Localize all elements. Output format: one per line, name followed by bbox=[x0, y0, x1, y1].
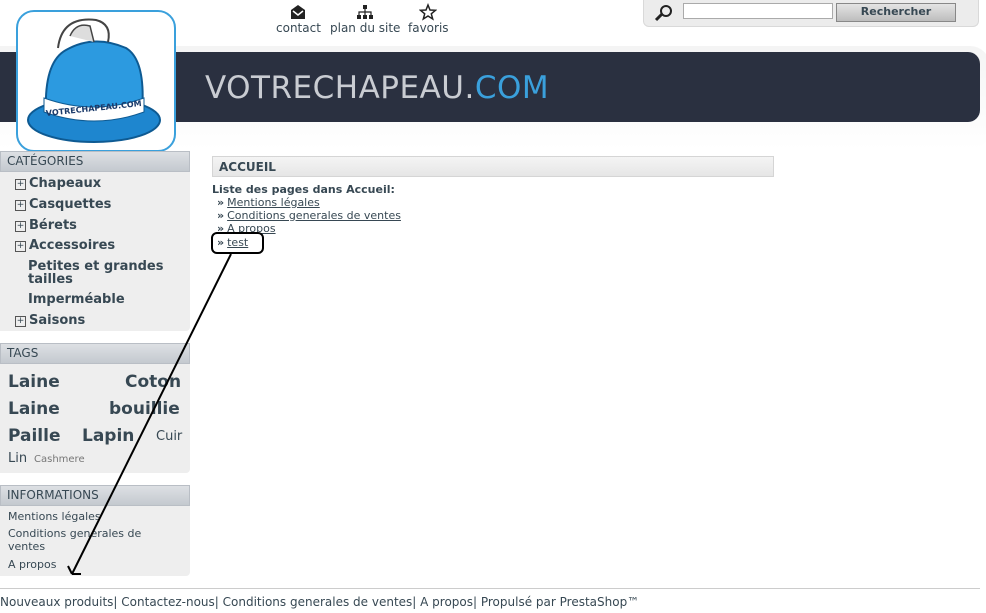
footer-links[interactable]: Nouveaux produits| Contactez-nous| Condi… bbox=[0, 595, 639, 609]
annotation-overlay bbox=[67, 232, 264, 575]
highlight-box bbox=[211, 232, 264, 254]
footer-divider bbox=[0, 588, 980, 589]
annotation-arrow bbox=[71, 253, 232, 575]
